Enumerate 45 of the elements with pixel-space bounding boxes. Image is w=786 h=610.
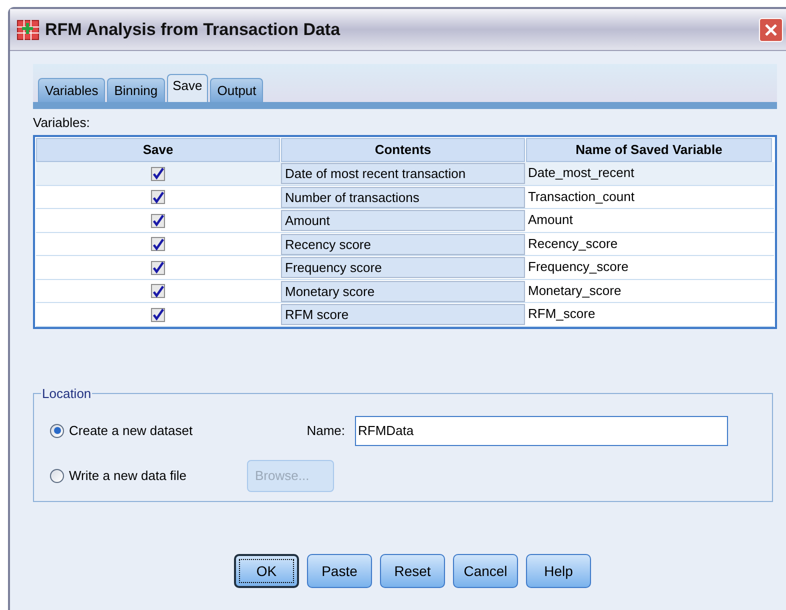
- table-cell-text: Monetary_score: [527, 282, 622, 300]
- checkbox[interactable]: [151, 166, 165, 180]
- checkbox[interactable]: [151, 308, 165, 322]
- table-cell: Amount: [281, 210, 525, 231]
- dialog-button[interactable]: Reset: [380, 554, 445, 588]
- dialog-button[interactable]: Paste: [307, 554, 372, 588]
- grid-icon: [17, 20, 39, 40]
- checkbox[interactable]: [151, 260, 165, 274]
- table-cell-text: Amount: [527, 211, 574, 229]
- table-cell-text: Date_most_recent: [527, 164, 636, 182]
- table-cell: Recency score: [281, 234, 525, 254]
- dialog-button[interactable]: OK: [234, 554, 299, 588]
- table-cell: Frequency score: [281, 257, 525, 278]
- table-cell: RFM score: [281, 304, 525, 325]
- tab[interactable]: Save: [166, 74, 208, 102]
- name-label: Name:: [306, 422, 345, 440]
- radio-label[interactable]: Create a new dataset: [69, 420, 193, 440]
- radio-label[interactable]: Write a new data file: [69, 466, 187, 486]
- variables-label: Variables:: [33, 115, 91, 131]
- radio-button[interactable]: [50, 424, 64, 438]
- column-header[interactable]: Save: [36, 138, 280, 162]
- checkbox[interactable]: [151, 237, 165, 251]
- dialog-button[interactable]: Cancel: [453, 554, 518, 588]
- window-title: RFM Analysis from Transaction Data: [45, 18, 340, 41]
- table-cell: Monetary score: [281, 280, 525, 302]
- table-cell: Number of transactions: [281, 186, 525, 208]
- checkbox[interactable]: [151, 214, 165, 228]
- close-button[interactable]: [759, 18, 783, 42]
- checkbox[interactable]: [151, 190, 165, 204]
- checkbox[interactable]: [151, 284, 165, 298]
- table-cell: Date of most recent transaction: [281, 163, 525, 184]
- tab[interactable]: Variables: [38, 78, 106, 102]
- radio-button[interactable]: [50, 468, 64, 482]
- column-header[interactable]: Name of Saved Variable: [526, 138, 772, 162]
- table-cell-text: Recency_score: [527, 234, 619, 253]
- table-cell-text: Transaction_count: [527, 188, 636, 206]
- column-header[interactable]: Contents: [281, 138, 525, 162]
- close-icon: [764, 22, 778, 36]
- tab[interactable]: Binning: [107, 78, 165, 102]
- tab[interactable]: Output: [210, 78, 264, 102]
- table-cell-text: RFM_score: [527, 305, 596, 323]
- dialog-button[interactable]: Help: [526, 554, 591, 588]
- table-cell-text: Frequency_score: [527, 258, 630, 276]
- name-field[interactable]: RFMData: [355, 416, 728, 446]
- location-legend: Location: [41, 384, 92, 404]
